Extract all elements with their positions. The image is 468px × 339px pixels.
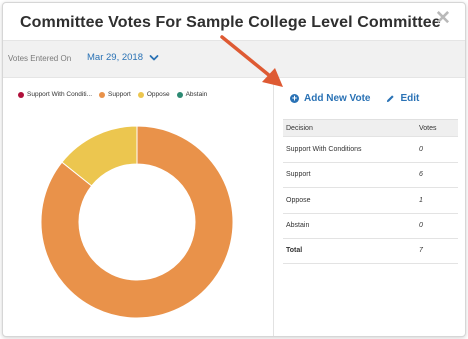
edit-label: Edit: [400, 93, 420, 104]
donut-chart: [40, 125, 234, 319]
chart-legend: Support With Conditi... Support Oppose A…: [18, 91, 207, 98]
chevron-down-icon: [149, 54, 159, 60]
legend-item: Support: [99, 91, 131, 98]
decision-cell: Support: [286, 171, 311, 179]
edit-button[interactable]: Edit: [386, 93, 419, 104]
date-value: Mar 29, 2018: [87, 52, 143, 63]
total-row: Total 7: [283, 238, 458, 264]
add-vote-label: Add New Vote: [304, 93, 371, 104]
table-row: Abstain 0: [283, 212, 458, 239]
date-bar: Votes Entered On Mar 29, 2018: [3, 40, 465, 78]
committee-votes-modal: Committee Votes For Sample College Level…: [2, 2, 466, 337]
votes-cell: 1: [419, 196, 423, 204]
votes-cell: 6: [419, 171, 423, 179]
legend-swatch: [18, 91, 24, 98]
votes-cell: 0: [419, 222, 423, 230]
header-decision: Decision: [286, 124, 313, 132]
votes-cell: 0: [419, 145, 423, 153]
modal-title: Committee Votes For Sample College Level…: [20, 14, 441, 31]
legend-item: Oppose: [137, 91, 170, 98]
legend-swatch: [137, 91, 144, 98]
add-new-vote-button[interactable]: + Add New Vote: [290, 93, 370, 104]
chart-pane: Support With Conditi... Support Oppose A…: [3, 79, 273, 336]
table-row: Oppose 1: [283, 187, 458, 213]
vote-actions: + Add New Vote Edit: [290, 93, 419, 104]
legend-label: Support: [108, 91, 131, 98]
date-dropdown[interactable]: Mar 29, 2018: [87, 52, 159, 63]
table-header: Decision Votes: [283, 119, 458, 136]
close-icon[interactable]: ✕: [435, 9, 451, 28]
legend-swatch: [99, 91, 106, 98]
pencil-icon: [387, 95, 395, 103]
plus-circle-icon: +: [290, 93, 299, 103]
header-votes: Votes: [419, 124, 437, 132]
legend-label: Oppose: [146, 91, 170, 98]
legend-label: Support With Conditi...: [27, 91, 93, 98]
legend-item: Abstain: [176, 91, 208, 98]
table-row: Support With Conditions 0: [283, 136, 458, 162]
decision-cell: Abstain: [286, 222, 310, 230]
decision-cell: Support With Conditions: [286, 145, 362, 153]
table-row: Support 6: [283, 161, 458, 188]
legend-item: Support With Conditi...: [18, 91, 92, 98]
date-label: Votes Entered On: [8, 54, 72, 63]
total-votes: 7: [419, 247, 423, 255]
decision-cell: Oppose: [286, 196, 311, 204]
votes-pane: + Add New Vote Edit Decision Votes Suppo…: [274, 79, 465, 336]
total-label: Total: [286, 247, 303, 255]
votes-table: Decision Votes Support With Conditions 0…: [283, 119, 458, 264]
legend-swatch: [176, 91, 183, 98]
legend-label: Abstain: [185, 91, 208, 98]
